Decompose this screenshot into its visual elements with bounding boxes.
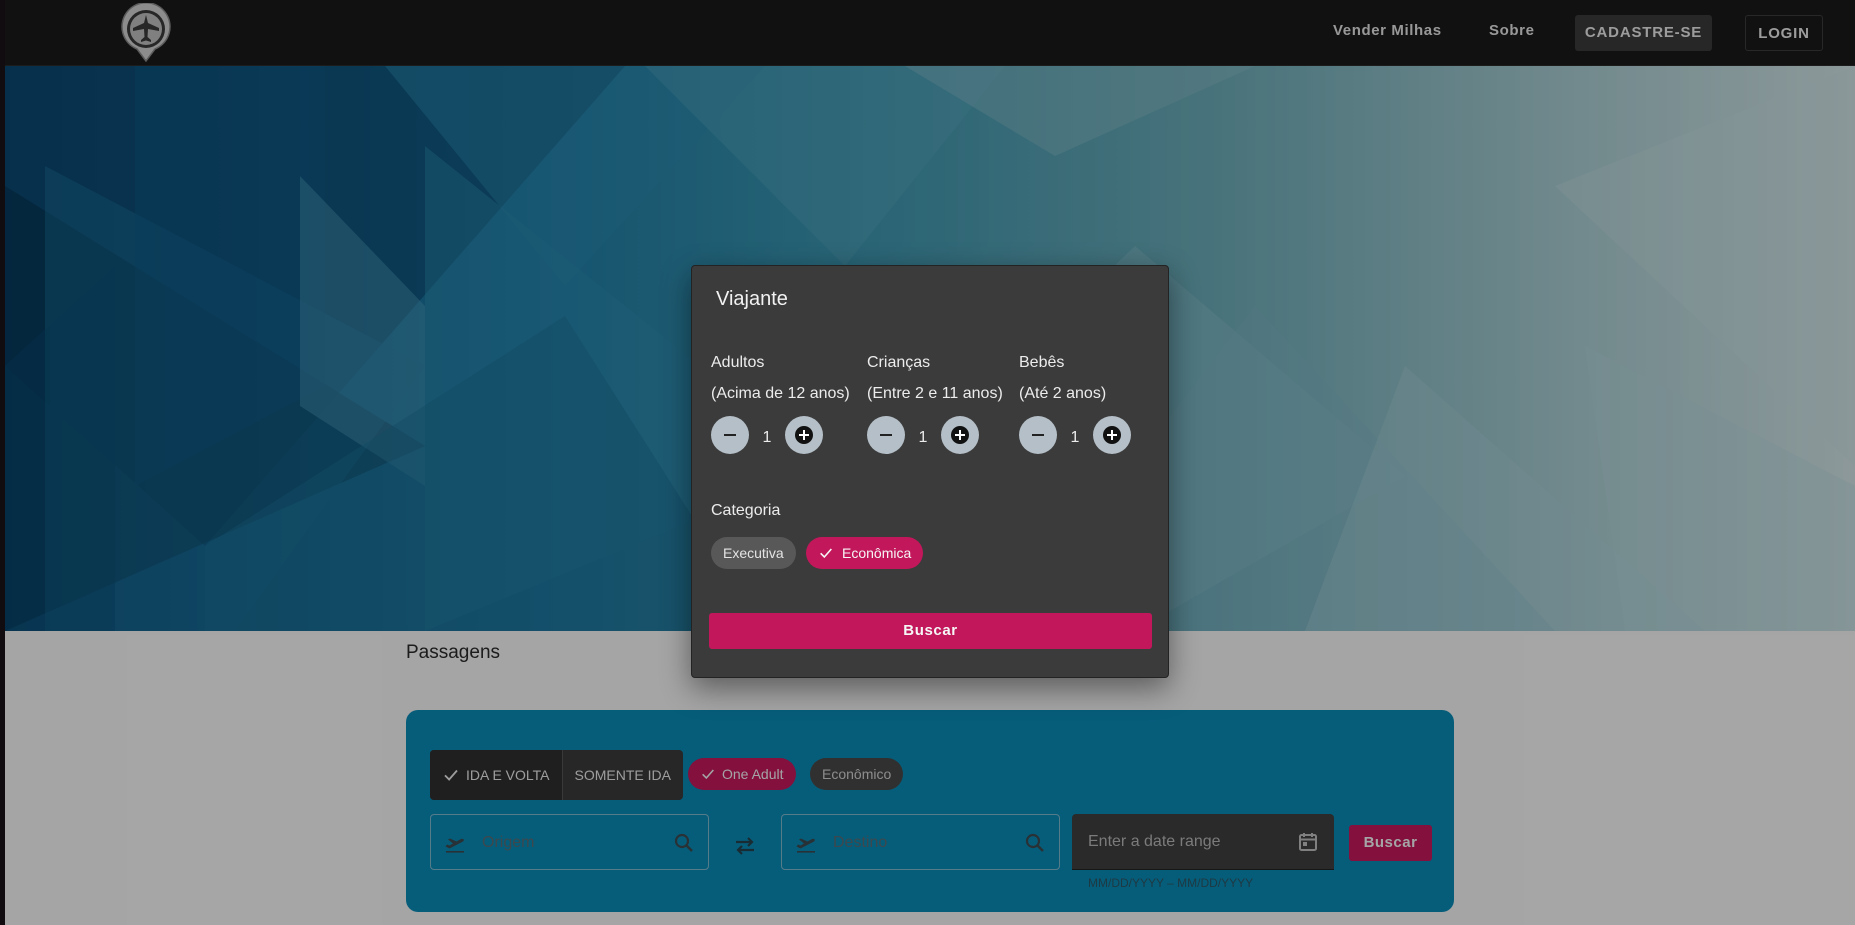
passenger-label: Crianças <box>867 354 931 371</box>
minus-icon <box>880 434 892 436</box>
infants-stepper: 1 <box>1019 416 1131 454</box>
passenger-label: Adultos <box>711 354 765 371</box>
infants-decrement-button[interactable] <box>1019 416 1057 454</box>
dialog-search-button[interactable]: Buscar <box>709 613 1152 649</box>
adults-decrement-button[interactable] <box>711 416 749 454</box>
category-economy-chip[interactable]: Econômica <box>806 537 924 569</box>
passenger-adults: Adultos (Acima de 12 anos) 1 <box>711 354 850 454</box>
children-stepper: 1 <box>867 416 1003 454</box>
check-icon <box>820 548 832 559</box>
traveler-dialog: Viajante Adultos (Acima de 12 anos) 1 Cr… <box>691 265 1169 678</box>
passenger-label: Bebês <box>1019 354 1065 371</box>
plus-circle-icon <box>951 426 969 444</box>
children-decrement-button[interactable] <box>867 416 905 454</box>
adults-stepper: 1 <box>711 416 850 454</box>
category-chip-label: Econômica <box>842 545 912 561</box>
infants-count: 1 <box>1070 429 1080 446</box>
category-label: Categoria <box>711 502 781 519</box>
passenger-age-range: (Acima de 12 anos) <box>711 385 850 402</box>
dialog-title: Viajante <box>716 288 788 310</box>
minus-icon <box>1032 434 1044 436</box>
passenger-infants: Bebês (Até 2 anos) 1 <box>1019 354 1131 454</box>
passenger-children: Crianças (Entre 2 e 11 anos) 1 <box>867 354 1003 454</box>
children-increment-button[interactable] <box>941 416 979 454</box>
passenger-age-range: (Entre 2 e 11 anos) <box>867 385 1003 402</box>
category-chip-label: Executiva <box>723 545 784 561</box>
plus-circle-icon <box>795 426 813 444</box>
children-count: 1 <box>918 429 928 446</box>
plus-circle-icon <box>1103 426 1121 444</box>
adults-increment-button[interactable] <box>785 416 823 454</box>
infants-increment-button[interactable] <box>1093 416 1131 454</box>
category-executive-chip[interactable]: Executiva <box>711 537 796 569</box>
adults-count: 1 <box>762 429 772 446</box>
passenger-age-range: (Até 2 anos) <box>1019 385 1107 402</box>
minus-icon <box>724 434 736 436</box>
